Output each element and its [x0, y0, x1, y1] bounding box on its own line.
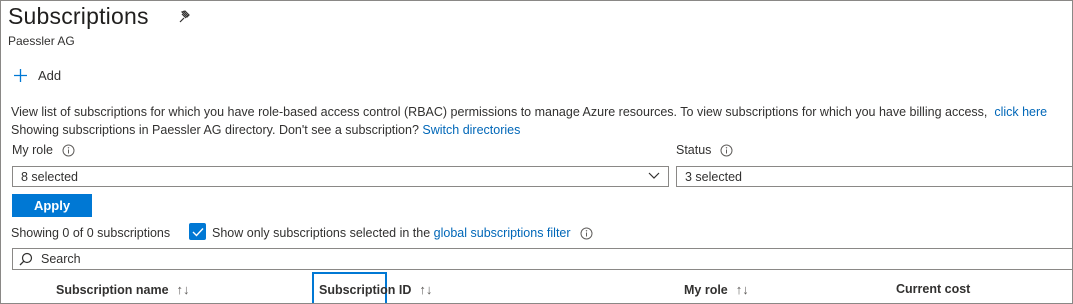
my-role-dropdown[interactable]: 8 selected	[12, 166, 669, 187]
column-header-current-cost[interactable]: Current cost	[896, 282, 970, 296]
my-role-label: My role	[12, 143, 75, 157]
global-filter-checkbox-label: Show only subscriptions selected in the …	[212, 226, 593, 240]
page-title: Subscriptions	[8, 3, 149, 29]
apply-button[interactable]: Apply	[12, 194, 92, 217]
column-header-my-role[interactable]: My role ↑↓	[684, 282, 749, 297]
chevron-down-icon	[648, 172, 660, 179]
add-button[interactable]: Add	[13, 65, 61, 85]
sort-icon: ↑↓	[419, 282, 433, 297]
add-button-label: Add	[38, 67, 62, 83]
sort-icon: ↑↓	[176, 282, 190, 297]
status-dropdown[interactable]: 3 selected	[676, 166, 1072, 187]
plus-icon	[14, 68, 27, 82]
subscriptions-blade: Subscriptions Paessler AG Add View list …	[0, 0, 1073, 304]
switch-directories-link[interactable]: Switch directories	[422, 123, 520, 137]
checkmark-icon	[192, 227, 204, 237]
column-header-subscription-id[interactable]: Subscription ID ↑↓	[319, 282, 432, 297]
status-label: Status	[676, 143, 733, 157]
global-filter-checkbox[interactable]	[189, 223, 206, 240]
description-line-2: Showing subscriptions in Paessler AG dir…	[11, 123, 521, 137]
billing-access-link[interactable]: click here	[994, 105, 1047, 119]
search-box[interactable]	[12, 248, 1072, 270]
search-input[interactable]	[41, 252, 941, 266]
page-subtitle: Paessler AG	[8, 34, 75, 48]
info-icon[interactable]	[720, 144, 733, 157]
global-subscriptions-filter-link[interactable]: global subscriptions filter	[434, 226, 571, 240]
sort-icon: ↑↓	[735, 282, 749, 297]
column-header-subscription-name[interactable]: Subscription name ↑↓	[56, 282, 190, 297]
search-icon	[19, 252, 33, 266]
description-line-1: View list of subscriptions for which you…	[11, 105, 1048, 119]
subscriptions-count: Showing 0 of 0 subscriptions	[11, 226, 171, 240]
info-icon[interactable]	[580, 227, 593, 240]
pin-icon[interactable]	[177, 9, 193, 25]
info-icon[interactable]	[62, 144, 75, 157]
